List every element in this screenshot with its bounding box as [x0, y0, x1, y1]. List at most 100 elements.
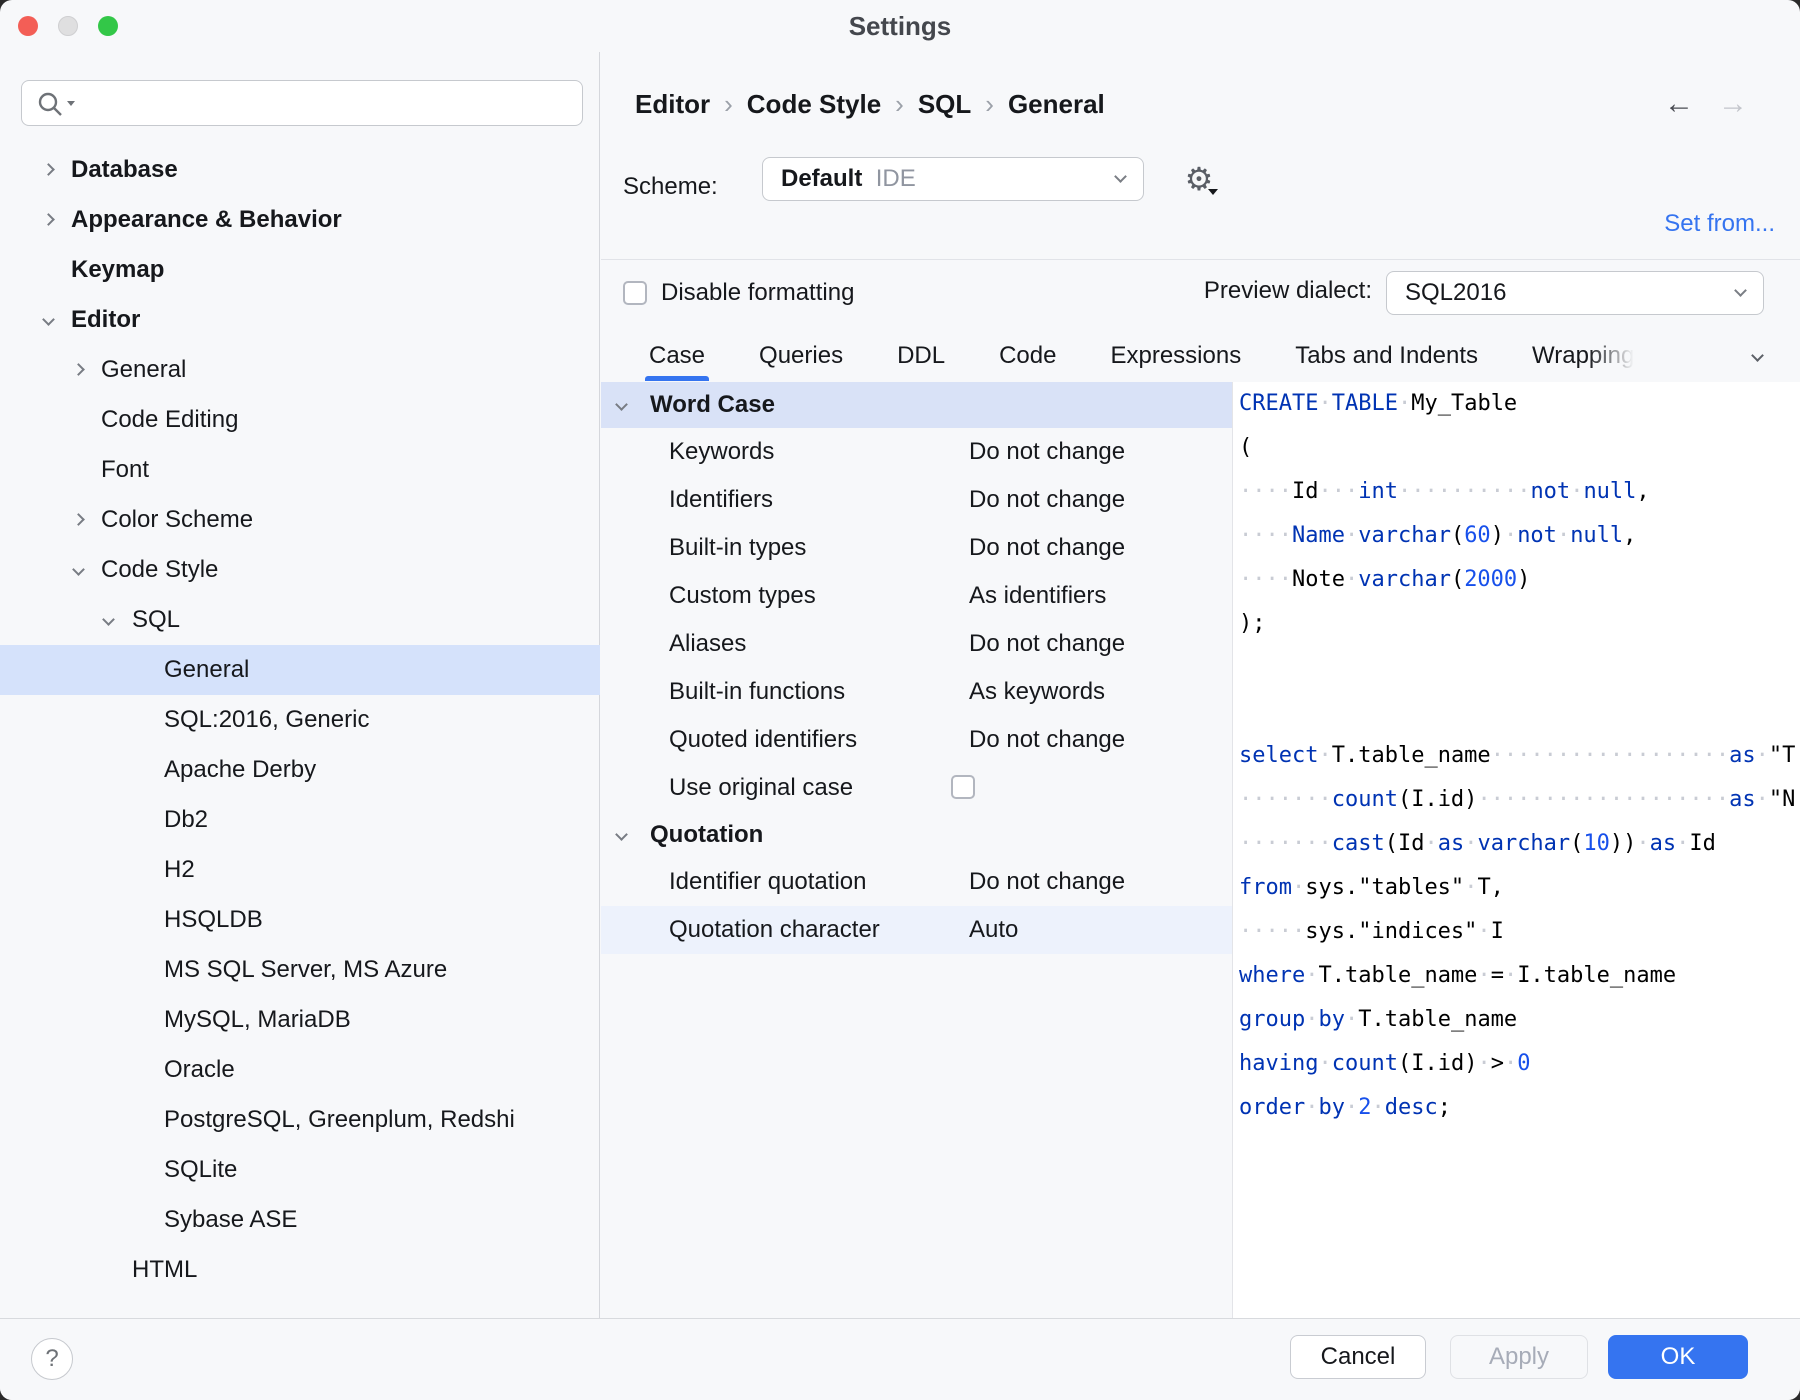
back-arrow-icon[interactable]: ←: [1659, 82, 1699, 126]
chevron-right-icon[interactable]: [42, 213, 55, 226]
code-style-tabs: Case Queries DDL Code Expressions Tabs and In…: [649, 330, 1634, 381]
chevron-right-icon[interactable]: [42, 163, 55, 176]
sidebar-item-general[interactable]: General: [0, 645, 600, 695]
search-options-caret-icon: [67, 101, 75, 106]
sidebar-item-postgresql-greenplum-redshi[interactable]: PostgreSQL, Greenplum, Redshi: [0, 1095, 600, 1145]
breadcrumb-separator-icon: ›: [724, 89, 733, 120]
search-input[interactable]: [21, 80, 583, 126]
header-divider: [601, 259, 1800, 260]
chevron-down-icon[interactable]: [615, 828, 628, 841]
tab-ddl[interactable]: DDL: [897, 330, 945, 381]
chevron-down-icon[interactable]: [615, 398, 628, 411]
sidebar-item-h2[interactable]: H2: [0, 845, 600, 895]
sidebar-item-color-scheme[interactable]: Color Scheme: [0, 495, 600, 545]
sidebar-item-code-editing[interactable]: Code Editing: [0, 395, 600, 445]
ok-button[interactable]: OK: [1608, 1335, 1748, 1379]
breadcrumb-item[interactable]: Code Style: [747, 89, 881, 120]
scheme-gear-icon[interactable]: ⚙: [1177, 157, 1221, 201]
sidebar-item-code-style[interactable]: Code Style: [0, 545, 600, 595]
sidebar-item-font[interactable]: Font: [0, 445, 600, 495]
chevron-down-icon: [1734, 284, 1747, 297]
setting-row-identifiers: IdentifiersDo not change: [601, 476, 1232, 524]
chevron-down-icon[interactable]: [102, 613, 115, 626]
help-button[interactable]: ?: [31, 1338, 73, 1380]
code-line: ····Note·varchar(2000): [1233, 558, 1800, 602]
setting-value-dropdown[interactable]: Do not change: [969, 534, 1125, 562]
breadcrumb-item[interactable]: General: [1008, 89, 1105, 120]
sql-preview-editor: CREATE·TABLE·My_Table(····Id···int······…: [1232, 382, 1800, 1318]
setting-label: Built-in functions: [669, 678, 845, 706]
tab-case[interactable]: Case: [649, 330, 705, 381]
code-line: ····Id···int··········not·null,: [1233, 470, 1800, 514]
section-header-quotation[interactable]: Quotation: [601, 812, 1232, 858]
code-line: having·count(I.id)·>·0: [1233, 1042, 1800, 1086]
breadcrumb-item[interactable]: SQL: [918, 89, 971, 120]
scheme-select[interactable]: Default IDE: [762, 157, 1144, 201]
breadcrumb: Editor›Code Style›SQL›General: [635, 82, 1105, 126]
tab-queries[interactable]: Queries: [759, 330, 843, 381]
code-line: );: [1233, 602, 1800, 646]
sidebar-item-label: General: [164, 656, 249, 684]
sidebar-item-label: Oracle: [164, 1056, 235, 1084]
setting-value-dropdown[interactable]: As identifiers: [969, 582, 1106, 610]
disable-formatting-option[interactable]: Disable formatting: [623, 279, 854, 307]
sidebar-item-sqlite[interactable]: SQLite: [0, 1145, 600, 1195]
sidebar-item-label: SQLite: [164, 1156, 237, 1184]
code-line: ·······count(I.id)···················as·…: [1233, 778, 1800, 822]
case-settings-panel: Word CaseKeywordsDo not changeIdentifier…: [601, 382, 1232, 1318]
setting-value-dropdown[interactable]: As keywords: [969, 678, 1105, 706]
set-from-link[interactable]: Set from...: [1664, 204, 1775, 244]
chevron-down-icon[interactable]: [72, 563, 85, 576]
tab-expressions[interactable]: Expressions: [1110, 330, 1241, 381]
sidebar-item-label: General: [101, 356, 186, 384]
sidebar-item-label: Apache Derby: [164, 756, 316, 784]
setting-value-dropdown[interactable]: Do not change: [969, 486, 1125, 514]
chevron-right-icon[interactable]: [72, 363, 85, 376]
sidebar-item-sql[interactable]: SQL: [0, 595, 600, 645]
sidebar-item-appearance-behavior[interactable]: Appearance & Behavior: [0, 195, 600, 245]
sidebar-item-editor[interactable]: Editor: [0, 295, 600, 345]
sidebar-item-oracle[interactable]: Oracle: [0, 1045, 600, 1095]
setting-row-custom-types: Custom typesAs identifiers: [601, 572, 1232, 620]
preview-dialect-select[interactable]: SQL2016: [1386, 271, 1764, 315]
setting-value-dropdown[interactable]: Auto: [969, 916, 1018, 944]
setting-value-dropdown[interactable]: Do not change: [969, 726, 1125, 754]
chevron-down-icon: [1114, 170, 1127, 183]
sidebar-item-keymap[interactable]: Keymap: [0, 245, 600, 295]
code-line: ·····sys."indices"·I: [1233, 910, 1800, 954]
setting-value-dropdown[interactable]: Do not change: [969, 438, 1125, 466]
sidebar-item-database[interactable]: Database: [0, 145, 600, 195]
sidebar-item-db2[interactable]: Db2: [0, 795, 600, 845]
cancel-button[interactable]: Cancel: [1290, 1335, 1426, 1379]
sidebar-item-sql-2016-generic[interactable]: SQL:2016, Generic: [0, 695, 600, 745]
chevron-down-icon[interactable]: [42, 313, 55, 326]
sidebar-item-label: H2: [164, 856, 195, 884]
breadcrumb-item[interactable]: Editor: [635, 89, 710, 120]
sidebar-item-html[interactable]: HTML: [0, 1245, 600, 1295]
more-tabs-button[interactable]: [1753, 347, 1769, 363]
tab-code[interactable]: Code: [999, 330, 1056, 381]
code-line: ····Name·varchar(60)·not·null,: [1233, 514, 1800, 558]
tab-wrapping[interactable]: Wrapping: [1532, 330, 1634, 381]
scheme-label: Scheme:: [623, 165, 718, 209]
code-line: order·by·2·desc;: [1233, 1086, 1800, 1130]
sidebar-item-ms-sql-server-ms-azure[interactable]: MS SQL Server, MS Azure: [0, 945, 600, 995]
sidebar-item-label: SQL: [132, 606, 180, 634]
settings-tree: DatabaseAppearance & BehaviorKeymapEdito…: [0, 145, 600, 1295]
chevron-right-icon[interactable]: [72, 513, 85, 526]
code-line: CREATE·TABLE·My_Table: [1233, 382, 1800, 426]
disable-formatting-checkbox[interactable]: [623, 281, 647, 305]
section-header-word-case[interactable]: Word Case: [601, 382, 1232, 428]
sidebar-item-hsqldb[interactable]: HSQLDB: [0, 895, 600, 945]
sidebar-item-label: Code Style: [101, 556, 218, 584]
setting-value-dropdown[interactable]: Do not change: [969, 630, 1125, 658]
sidebar-item-label: PostgreSQL, Greenplum, Redshi: [164, 1106, 515, 1134]
setting-checkbox[interactable]: [951, 775, 975, 799]
tab-tabs-and-indents[interactable]: Tabs and Indents: [1295, 330, 1478, 381]
sidebar-item-mysql-mariadb[interactable]: MySQL, MariaDB: [0, 995, 600, 1045]
sidebar-item-general[interactable]: General: [0, 345, 600, 395]
sidebar-item-sybase-ase[interactable]: Sybase ASE: [0, 1195, 600, 1245]
sidebar-item-apache-derby[interactable]: Apache Derby: [0, 745, 600, 795]
setting-value-dropdown[interactable]: Do not change: [969, 868, 1125, 896]
sidebar-item-label: SQL:2016, Generic: [164, 706, 369, 734]
